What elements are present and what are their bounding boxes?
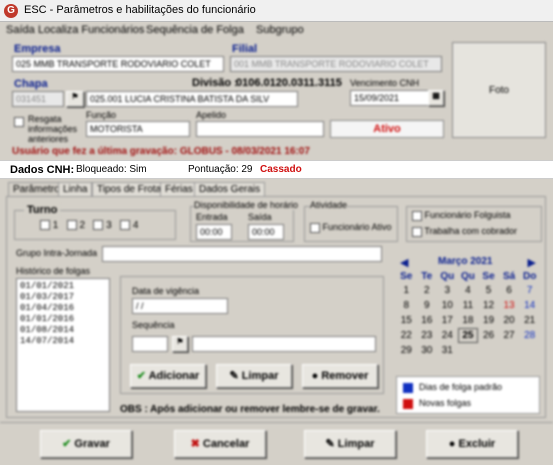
saida-input[interactable]: 00:00: [248, 224, 284, 240]
cnh-bloqueado: Bloqueado: Sim: [76, 164, 147, 175]
apelido-input[interactable]: [196, 121, 324, 137]
limpar-button[interactable]: ✎ Limpar: [304, 430, 396, 458]
calendar[interactable]: ◀ Março 2021 ▶ Se Te Qu Qu Se Sá Do 1234567 89…: [396, 256, 540, 358]
tab-tipos-frota[interactable]: Tipos de Frota: [92, 182, 167, 196]
calendar-month: Março 2021: [438, 256, 493, 267]
calendar-icon[interactable]: ▦: [428, 90, 444, 106]
calendar-grid[interactable]: Se Te Qu Qu Se Sá Do 1234567 8 9 10 11 12 13 14 15 16…: [396, 270, 540, 358]
menu-sequencia[interactable]: Sequência de Folga: [146, 24, 244, 36]
list-item[interactable]: 01/04/2016: [20, 303, 106, 314]
filial-label: Filial: [232, 43, 258, 55]
obs-note: OBS : Após adicionar ou remover lembre-s…: [120, 404, 380, 415]
atividade-label: Atividade: [310, 200, 348, 210]
sequencia-input[interactable]: [132, 336, 168, 352]
gravar-button[interactable]: ✔ Gravar: [40, 430, 132, 458]
historico-label: Histórico de folgas: [16, 266, 91, 276]
grupo-intrajornada-input[interactable]: [102, 246, 382, 262]
empresa-select[interactable]: 025 MMB TRANSPORTE RODOVIARIO COLET: [12, 56, 224, 72]
folguista-checkbox[interactable]: Funcionário Folguista: [412, 210, 511, 221]
chapa-search-button[interactable]: ⚑: [66, 91, 84, 107]
turno-3-checkbox[interactable]: [93, 220, 104, 231]
calendar-legend: Dias de folga padrão Novas folgas: [396, 376, 540, 414]
limpar-vigencia-button[interactable]: ✎ Limpar: [216, 364, 292, 388]
excluir-button[interactable]: ● Excluir: [426, 430, 518, 458]
vigencia-label: Data de vigência: [132, 286, 200, 296]
sequencia-label: Sequência: [132, 320, 175, 330]
chapa-label: Chapa: [14, 78, 48, 90]
cnh-bar: Dados CNH: Bloqueado: Sim Pontuação: 29 …: [0, 160, 553, 179]
cnh-pontuacao: Pontuação: 29: [188, 164, 253, 175]
chapa-input[interactable]: 031451: [12, 91, 64, 107]
menu-saida[interactable]: Saída: [6, 24, 35, 36]
turno-2-checkbox[interactable]: [66, 220, 77, 231]
last-save-info: Usuário que fez a última gravação: GLOBU…: [12, 146, 310, 157]
turno-4-checkbox[interactable]: [120, 220, 131, 231]
cnh-label: Dados CNH:: [10, 164, 75, 176]
menu-bar: Saída Localiza Funcionários Sequência de…: [0, 22, 553, 38]
list-item[interactable]: 01/01/2016: [20, 314, 106, 325]
tab-ferias[interactable]: Férias: [160, 182, 198, 196]
cancelar-button[interactable]: ✖ Cancelar: [174, 430, 266, 458]
sequencia-search-button[interactable]: ⚑: [172, 336, 188, 352]
filial-select[interactable]: 001 MMB TRANSPORTE RODOVIARIO COLET: [230, 56, 442, 72]
saida-label: Saída: [248, 212, 272, 222]
turno-options: 1 2 3 4: [40, 220, 138, 231]
turno-1-checkbox[interactable]: [40, 220, 50, 231]
broom-icon: ✎: [325, 438, 335, 450]
legend-novas-swatch: [403, 399, 413, 409]
funcionario-ativo-checkbox[interactable]: Funcionário Ativo: [310, 222, 392, 233]
legend-novas-label: Novas folgas: [419, 398, 472, 408]
photo-label: Foto: [488, 85, 509, 96]
eraser-icon: ✎: [229, 370, 239, 382]
menu-subgrupo[interactable]: Subgrupo: [256, 24, 304, 36]
next-month-icon[interactable]: ▶: [528, 256, 536, 269]
legend-padrao-label: Dias de folga padrão: [419, 382, 503, 392]
entrada-label: Entrada: [196, 212, 228, 222]
tab-dados-gerais[interactable]: Dados Gerais: [194, 182, 266, 196]
prev-month-icon[interactable]: ◀: [400, 256, 408, 269]
vencimento-input[interactable]: 15/09/2021: [350, 90, 430, 106]
tab-linha[interactable]: Linha: [58, 182, 93, 196]
vigencia-input[interactable]: / /: [132, 298, 228, 314]
title-bar: G ESC - Parâmetros e habilitações do fun…: [0, 0, 553, 22]
historico-list[interactable]: 01/01/2021 01/03/2017 01/04/2016 01/01/2…: [16, 278, 110, 412]
disponibilidade-label: Disponibilidade de horário: [194, 200, 299, 210]
entrada-input[interactable]: 00:00: [196, 224, 232, 240]
adicionar-button[interactable]: ✔ Adicionar: [130, 364, 206, 388]
vencimento-label: Vencimento CNH: [350, 78, 420, 88]
check-icon: ✔: [62, 438, 72, 450]
cnh-cassado: Cassado: [260, 164, 302, 175]
legend-padrao-swatch: [403, 383, 413, 393]
resgata-label: Resgata informações anteriores: [28, 114, 78, 144]
remover-button[interactable]: ● Remover: [302, 364, 378, 388]
app-icon: G: [4, 4, 18, 18]
list-item[interactable]: 14/07/2014: [20, 336, 106, 347]
funcionario-name: 025.001 LUCIA CRISTINA BATISTA DA SILV: [86, 91, 298, 107]
cobrador-checkbox[interactable]: Trabalha com cobrador: [412, 226, 517, 237]
divisao-value: 0106.0120.0311.3115: [236, 77, 342, 89]
list-item[interactable]: 01/08/2014: [20, 325, 106, 336]
photo-box: Foto: [452, 42, 546, 138]
list-item[interactable]: 01/01/2021: [20, 281, 106, 292]
sequencia-description: [192, 336, 376, 352]
divisao-label: Divisão :: [192, 77, 238, 89]
funcao-label: Função: [86, 110, 117, 120]
funcao-input[interactable]: MOTORISTA: [86, 121, 190, 137]
trash-icon: ●: [448, 438, 456, 450]
grupo-intrajornada-label: Grupo Intra-Jornada: [16, 248, 98, 258]
status-badge: Ativo: [330, 120, 444, 138]
calendar-header: ◀ Março 2021 ▶: [396, 256, 540, 270]
remove-icon: ●: [311, 370, 319, 382]
x-icon: ✖: [190, 438, 200, 450]
menu-localiza[interactable]: Localiza Funcionários: [38, 24, 144, 36]
resgata-checkbox[interactable]: [14, 116, 24, 128]
window-title: ESC - Parâmetros e habilitações do funci…: [24, 4, 256, 16]
turno-label: Turno: [24, 204, 61, 216]
apelido-label: Apelido: [196, 110, 227, 120]
empresa-label: Empresa: [14, 43, 61, 55]
list-item[interactable]: 01/03/2017: [20, 292, 106, 303]
check-icon: ✔: [136, 370, 146, 382]
